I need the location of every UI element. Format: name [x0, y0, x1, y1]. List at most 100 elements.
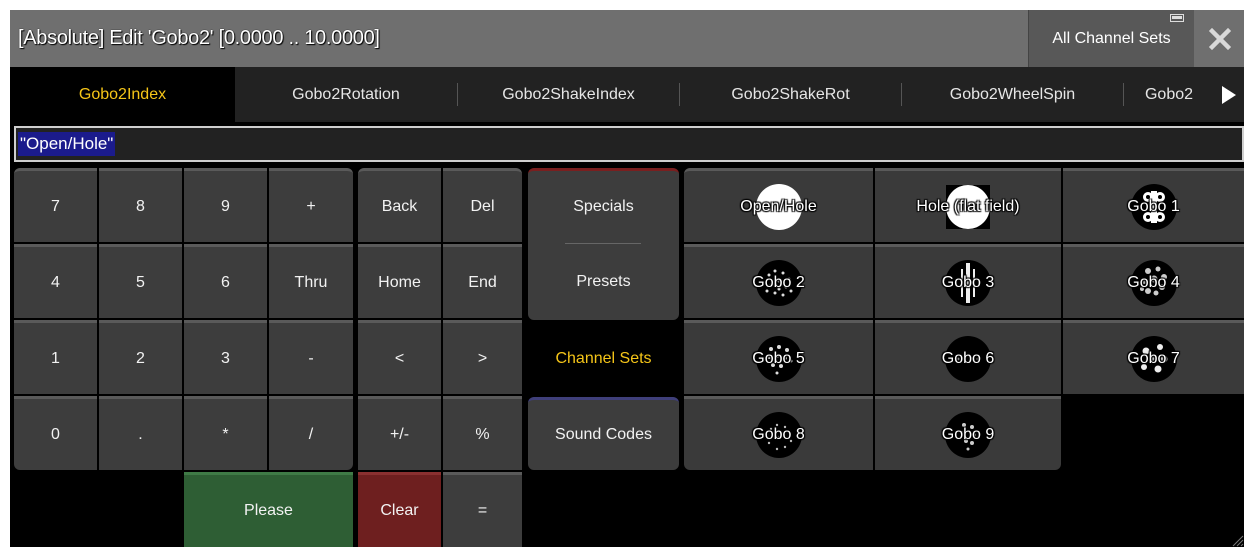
clear-button[interactable]: Clear — [358, 472, 441, 547]
all-channel-sets-button[interactable]: All Channel Sets — [1028, 10, 1194, 67]
close-button[interactable] — [1196, 10, 1244, 67]
preset-flat-field[interactable]: Hole (flat field) — [875, 168, 1061, 242]
preset-label: Gobo 5 — [752, 349, 805, 367]
key-label: + — [306, 197, 316, 215]
key-label: . — [138, 425, 143, 443]
key-label: > — [477, 349, 488, 367]
preset-label: Hole (flat field) — [916, 197, 1020, 215]
window-mini-icon — [1170, 14, 1184, 22]
resize-grip-icon[interactable] — [1228, 531, 1244, 547]
preset-label: Gobo 2 — [752, 273, 805, 291]
triangle-right-icon — [1221, 85, 1236, 104]
key-percent[interactable]: % — [443, 396, 522, 470]
key-plus[interactable]: + — [269, 168, 353, 242]
key-back[interactable]: Back — [358, 168, 441, 242]
tab-gobo2-truncated[interactable]: Gobo2 — [1124, 67, 1214, 122]
tab-label: Gobo2Index — [78, 86, 167, 103]
key-asterisk[interactable]: * — [184, 396, 267, 470]
preset-open-hole[interactable]: Open/Hole — [684, 168, 873, 242]
key-dot[interactable]: . — [99, 396, 182, 470]
category-sound-codes[interactable]: Sound Codes — [528, 397, 679, 470]
key-label: - — [308, 349, 314, 367]
key-4[interactable]: 4 — [14, 244, 97, 318]
tab-gobo2index[interactable]: Gobo2Index — [10, 67, 235, 122]
category-label: Presets — [576, 273, 631, 290]
key-thru[interactable]: Thru — [269, 244, 353, 318]
dialog-title: [Absolute] Edit 'Gobo2' [0.0000 .. 10.00… — [18, 27, 380, 49]
preset-label: Gobo 3 — [941, 273, 995, 291]
key-9[interactable]: 9 — [184, 168, 267, 242]
title-bar[interactable]: [Absolute] Edit 'Gobo2' [0.0000 .. 10.00… — [10, 10, 1244, 67]
key-8[interactable]: 8 — [99, 168, 182, 242]
preset-gobo-9[interactable]: Gobo 9 — [875, 396, 1061, 470]
category-channel-sets[interactable]: Channel Sets — [528, 322, 679, 396]
preset-gobo-3[interactable]: Gobo 3 — [875, 244, 1061, 318]
key-label: Back — [381, 197, 418, 215]
tab-gobo2shakeindex[interactable]: Gobo2ShakeIndex — [458, 67, 679, 122]
tab-gobo2shakerot[interactable]: Gobo2ShakeRot — [680, 67, 901, 122]
key-7[interactable]: 7 — [14, 168, 97, 242]
close-icon — [1208, 27, 1232, 50]
preset-label: Gobo 1 — [1127, 197, 1180, 215]
preset-gobo-8[interactable]: Gobo 8 — [684, 396, 873, 470]
key-right[interactable]: > — [443, 320, 522, 394]
tab-label: Gobo2ShakeRot — [731, 86, 850, 103]
key-label: +/- — [389, 425, 410, 443]
category-divider — [565, 243, 641, 244]
key-left[interactable]: < — [358, 320, 441, 394]
tab-label: Gobo2 — [1144, 86, 1194, 103]
key-end[interactable]: End — [443, 244, 522, 318]
preset-label: Gobo 8 — [752, 425, 805, 443]
key-5[interactable]: 5 — [99, 244, 182, 318]
please-button[interactable]: Please — [184, 472, 353, 547]
key-label: Please — [244, 502, 293, 519]
key-slash[interactable]: / — [269, 396, 353, 470]
preset-gobo-4[interactable]: Gobo 4 — [1063, 244, 1244, 318]
key-label: Home — [378, 273, 421, 291]
key-label: = — [477, 502, 488, 519]
preset-label: Gobo 6 — [941, 349, 995, 367]
key-del[interactable]: Del — [443, 168, 522, 242]
key-label: Del — [470, 197, 495, 215]
category-label: Specials — [573, 198, 634, 215]
category-specials[interactable]: Specials — [528, 171, 679, 243]
tab-scroll-right-button[interactable] — [1213, 67, 1244, 122]
preset-gobo-7[interactable]: Gobo 7 — [1063, 320, 1244, 394]
key-label: 1 — [51, 349, 60, 367]
key-0[interactable]: 0 — [14, 396, 97, 470]
key-label: Thru — [294, 273, 328, 291]
key-label: 9 — [221, 197, 230, 215]
preset-label: Gobo 4 — [1127, 273, 1180, 291]
all-channel-sets-label: All Channel Sets — [1052, 29, 1171, 47]
key-label: 0 — [51, 425, 60, 443]
key-label: < — [394, 349, 405, 367]
key-1[interactable]: 1 — [14, 320, 97, 394]
key-label: End — [468, 273, 497, 291]
key-label: Clear — [380, 502, 419, 519]
category-presets[interactable]: Presets — [528, 246, 679, 318]
key-2[interactable]: 2 — [99, 320, 182, 394]
key-equals[interactable]: = — [443, 472, 522, 547]
key-3[interactable]: 3 — [184, 320, 267, 394]
tab-gobo2rotation[interactable]: Gobo2Rotation — [235, 67, 457, 122]
input-selected-text: "Open/Hole" — [18, 132, 116, 156]
preset-gobo-6[interactable]: Gobo 6 — [875, 320, 1061, 394]
preset-gobo-1[interactable]: Gobo 1 — [1063, 168, 1244, 242]
preset-gobo-5[interactable]: Gobo 5 — [684, 320, 873, 394]
tab-gobo2wheelspin[interactable]: Gobo2WheelSpin — [902, 67, 1123, 122]
preset-gobo-2[interactable]: Gobo 2 — [684, 244, 873, 318]
key-label: % — [475, 425, 490, 443]
key-plus-minus[interactable]: +/- — [358, 396, 441, 470]
tab-label: Gobo2ShakeIndex — [502, 86, 635, 103]
tab-label: Gobo2WheelSpin — [949, 86, 1076, 103]
key-label: 2 — [136, 349, 145, 367]
key-minus[interactable]: - — [269, 320, 353, 394]
preset-label: Gobo 9 — [941, 425, 995, 443]
tab-label: Gobo2Rotation — [292, 86, 400, 103]
value-input[interactable]: "Open/Hole" — [14, 126, 1244, 162]
preset-label: Gobo 7 — [1127, 349, 1180, 367]
key-label: 7 — [51, 197, 60, 215]
key-label: 8 — [136, 197, 145, 215]
key-6[interactable]: 6 — [184, 244, 267, 318]
key-home[interactable]: Home — [358, 244, 441, 318]
